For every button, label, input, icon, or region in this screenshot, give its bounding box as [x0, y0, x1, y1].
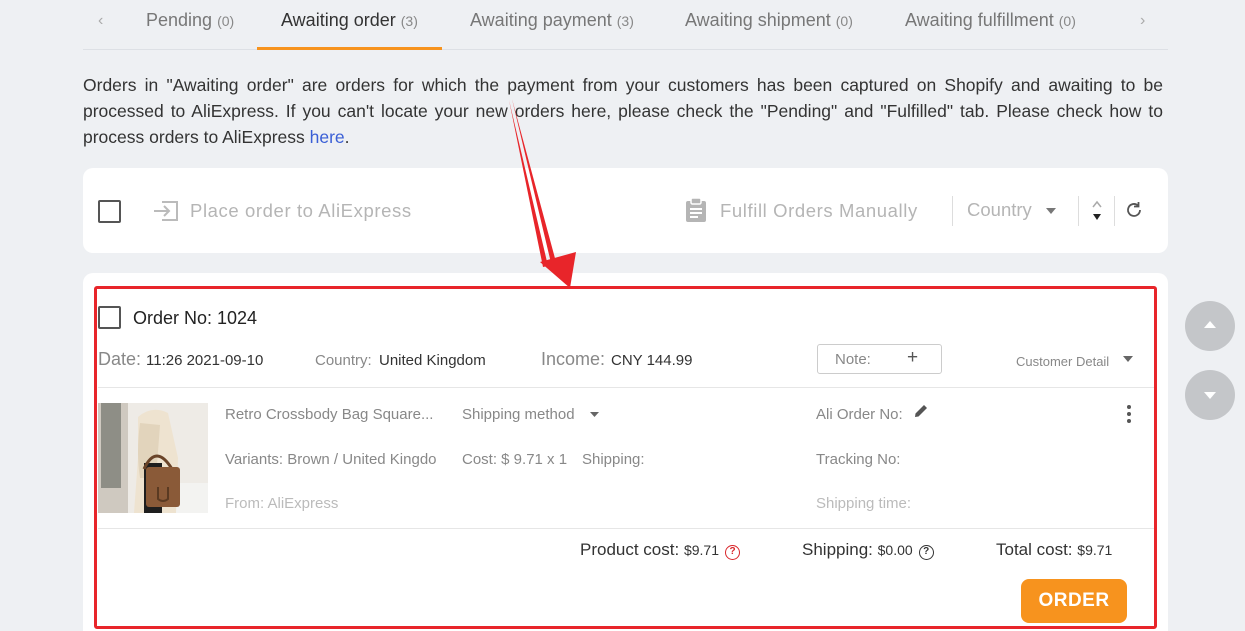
tabs-prev-icon[interactable]: ‹: [98, 12, 103, 30]
product-source: From: AliExpress: [225, 495, 339, 512]
divider: [1078, 196, 1079, 226]
place-order-button[interactable]: Place order to AliExpress: [190, 200, 412, 222]
help-icon[interactable]: ?: [918, 545, 934, 560]
product-image[interactable]: [98, 403, 208, 513]
date-value: 11:26 2021-09-10: [146, 352, 264, 369]
country-label: Country:: [315, 352, 372, 369]
shipping-method-select[interactable]: Shipping method: [462, 406, 575, 423]
sort-icon[interactable]: [1091, 199, 1103, 223]
info-body: Orders in "Awaiting order" are orders fo…: [83, 75, 1163, 147]
tab-awaiting-fulfillment[interactable]: Awaiting fulfillment (0): [905, 10, 1076, 50]
tabs-next-icon[interactable]: ›: [1140, 12, 1145, 30]
edit-pencil-icon[interactable]: [913, 403, 929, 419]
tab-awaiting-shipment[interactable]: Awaiting shipment (0): [685, 10, 853, 50]
tab-label: Pending: [146, 10, 213, 30]
order-checkbox[interactable]: [98, 306, 121, 329]
select-all-checkbox[interactable]: [98, 200, 121, 223]
tab-pending[interactable]: Pending (0): [146, 10, 234, 50]
caret-down-icon: [590, 412, 599, 417]
shipping-summary: Shipping: $0.00?: [802, 540, 934, 560]
total-cost-summary: Total cost: $9.71: [996, 540, 1112, 560]
scroll-down-button[interactable]: [1185, 370, 1235, 420]
summary-value: $9.71: [1077, 542, 1113, 558]
caret-down-icon: [1123, 356, 1133, 362]
tab-count: (0): [217, 13, 235, 29]
scroll-up-button[interactable]: [1185, 301, 1235, 351]
divider: [1114, 196, 1115, 226]
more-options-icon[interactable]: [1125, 404, 1133, 424]
page: ‹ Pending (0) Awaiting order (3) Awaitin…: [0, 0, 1245, 631]
note-label: Note:: [835, 351, 871, 368]
bulk-actions-toolbar: Place order to AliExpress Fulfill Orders…: [83, 168, 1168, 253]
shipping-time: Shipping time:: [816, 495, 912, 512]
help-icon[interactable]: ?: [725, 545, 740, 560]
order-number: Order No: 1024: [133, 308, 258, 328]
tracking-no: Tracking No:: [816, 451, 901, 468]
fulfill-manually-button[interactable]: Fulfill Orders Manually: [720, 200, 918, 222]
refresh-icon[interactable]: [1125, 201, 1143, 219]
summary-label: Shipping:: [802, 540, 873, 559]
place-order-icon: [154, 201, 178, 221]
tab-count: (0): [835, 13, 853, 29]
tab-label: Awaiting shipment: [685, 10, 831, 30]
clipboard-icon: [686, 197, 706, 222]
summary-label: Product cost:: [580, 540, 680, 559]
product-shipping: Shipping:: [582, 451, 645, 468]
info-text: Orders in "Awaiting order" are orders fo…: [83, 72, 1163, 150]
date-label: Date:: [98, 349, 142, 369]
ali-order-no: Ali Order No:: [816, 406, 903, 423]
summary-label: Total cost:: [996, 540, 1073, 559]
customer-detail-toggle[interactable]: Customer Detail: [1016, 354, 1109, 369]
income-label: Income:: [541, 349, 606, 369]
product-name[interactable]: Retro Crossbody Bag Square...: [225, 406, 433, 423]
info-end: .: [344, 127, 350, 147]
add-note-icon: +: [907, 347, 919, 368]
country-value: United Kingdom: [379, 352, 486, 369]
tab-label: Awaiting payment: [470, 10, 612, 30]
caret-down-icon: [1046, 208, 1056, 214]
tab-awaiting-order[interactable]: Awaiting order (3): [257, 10, 442, 50]
help-link[interactable]: here: [310, 127, 345, 147]
order-button[interactable]: ORDER: [1021, 579, 1127, 623]
tab-count: (3): [400, 13, 418, 29]
income-value: CNY 144.99: [611, 352, 693, 369]
product-cost: Cost: $ 9.71 x 1: [462, 451, 568, 468]
divider: [98, 528, 1156, 529]
tab-label: Awaiting order: [281, 10, 396, 30]
divider: [952, 196, 953, 226]
country-select[interactable]: Country: [967, 199, 1032, 221]
note-button[interactable]: Note: +: [817, 344, 942, 374]
summary-value: $9.71: [683, 542, 719, 558]
tab-label: Awaiting fulfillment: [905, 10, 1054, 30]
summary-value: $0.00: [877, 542, 913, 558]
tab-awaiting-payment[interactable]: Awaiting payment (3): [470, 10, 634, 50]
divider: [98, 387, 1156, 388]
product-cost-summary: Product cost: $9.71?: [580, 540, 740, 560]
tab-count: (3): [616, 13, 634, 29]
tab-count: (0): [1058, 13, 1076, 29]
order-status-tabs: ‹ Pending (0) Awaiting order (3) Awaitin…: [83, 0, 1168, 50]
product-variants: Variants: Brown / United Kingdo: [225, 451, 437, 468]
